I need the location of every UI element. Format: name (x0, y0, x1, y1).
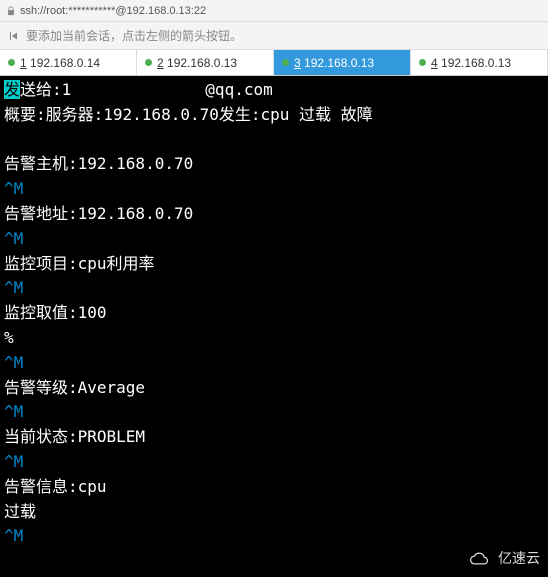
terminal[interactable]: 发送给:1@qq.com 概要:服务器:192.168.0.70发生:cpu 过… (0, 76, 548, 577)
tab-num: 1 (20, 56, 27, 70)
tab-num: 4 (431, 56, 438, 70)
terminal-line: ^M (4, 400, 544, 425)
tab-label: 192.168.0.13 (304, 56, 374, 70)
lock-icon (6, 6, 16, 16)
tab-label: 192.168.0.14 (30, 56, 100, 70)
tabs: 1 192.168.0.14 2 192.168.0.13 3 192.168.… (0, 50, 548, 76)
terminal-line: ^M (4, 524, 544, 549)
arrow-icon[interactable] (8, 30, 20, 42)
status-dot-icon (145, 59, 152, 66)
terminal-line: 告警地址:192.168.0.70 (4, 202, 544, 227)
status-dot-icon (282, 59, 289, 66)
tab-2[interactable]: 2 192.168.0.13 (137, 50, 274, 75)
terminal-line: 告警信息:cpu (4, 475, 544, 500)
cloud-icon (468, 551, 494, 569)
watermark-text: 亿速云 (498, 549, 540, 571)
terminal-line: 当前状态:PROBLEM (4, 425, 544, 450)
terminal-line: ^M (4, 227, 544, 252)
tab-num: 2 (157, 56, 164, 70)
status-dot-icon (8, 59, 15, 66)
terminal-line: 告警主机:192.168.0.70 (4, 152, 544, 177)
terminal-line: 发送给:1@qq.com (4, 78, 544, 103)
url-text: ssh://root:***********@192.168.0.13:22 (20, 5, 206, 17)
tab-label: 192.168.0.13 (167, 56, 237, 70)
terminal-line: ^M (4, 450, 544, 475)
terminal-line: 过载 (4, 500, 544, 525)
status-dot-icon (419, 59, 426, 66)
terminal-line (4, 128, 544, 153)
tab-label: 192.168.0.13 (441, 56, 511, 70)
url-bar: ssh://root:***********@192.168.0.13:22 (0, 0, 548, 22)
redacted-block (71, 82, 205, 100)
terminal-line: 告警等级:Average (4, 376, 544, 401)
hint-bar: 要添加当前会话，点击左侧的箭头按钮。 (0, 22, 548, 50)
watermark: 亿速云 (468, 549, 540, 571)
terminal-line: 监控取值:100 (4, 301, 544, 326)
highlight: 发 (4, 80, 20, 99)
tab-num: 3 (294, 56, 301, 70)
hint-text: 要添加当前会话，点击左侧的箭头按钮。 (26, 27, 242, 44)
terminal-line: 概要:服务器:192.168.0.70发生:cpu 过载 故障 (4, 103, 544, 128)
terminal-line: % (4, 326, 544, 351)
tab-3[interactable]: 3 192.168.0.13 (274, 50, 411, 75)
terminal-line: ^M (4, 351, 544, 376)
terminal-line: ^M (4, 276, 544, 301)
tab-4[interactable]: 4 192.168.0.13 (411, 50, 548, 75)
terminal-line: ^M (4, 177, 544, 202)
tab-1[interactable]: 1 192.168.0.14 (0, 50, 137, 75)
terminal-line: 监控项目:cpu利用率 (4, 252, 544, 277)
